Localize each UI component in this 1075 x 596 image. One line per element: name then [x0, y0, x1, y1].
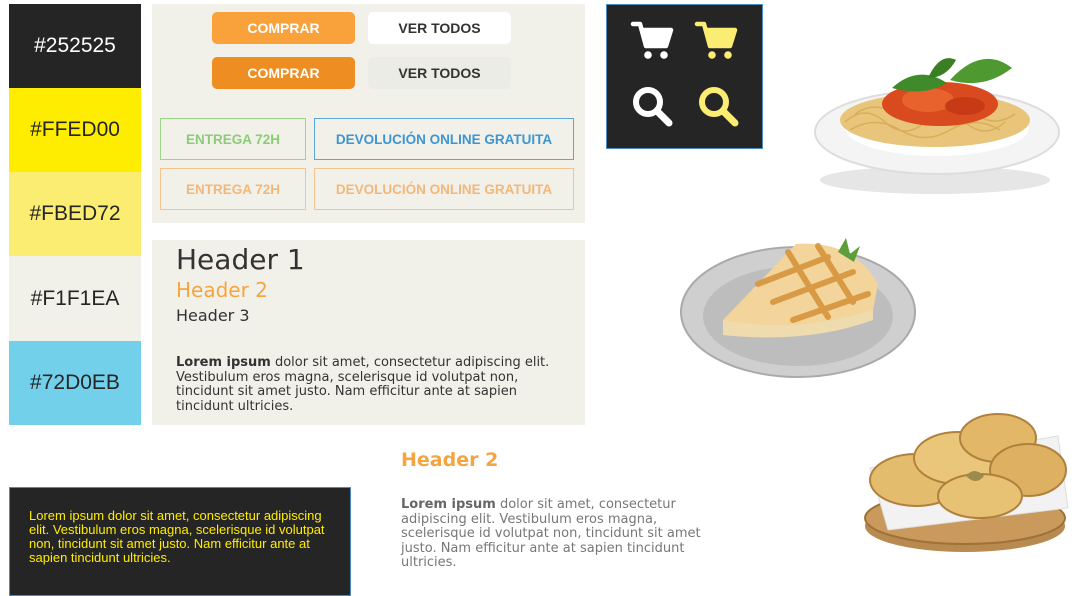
returns-tag-peach: DEVOLUCIÓN ONLINE GRATUITA [314, 168, 574, 210]
body-paragraph: Lorem ipsum dolor sit amet, consectetur … [176, 355, 561, 414]
buy-button-hover[interactable]: COMPRAR [212, 57, 355, 89]
empanadas-image [864, 413, 1069, 552]
swatch-label: #FBED72 [29, 202, 121, 225]
swatch-252525: #252525 [9, 4, 141, 88]
typography-panel: Header 1 Header 2 Header 3 Lorem ipsum d… [152, 240, 585, 425]
paragraph-bold: Lorem ipsum [176, 355, 271, 370]
header-2-bottom: Header 2 [401, 449, 499, 471]
returns-tag-blue: DEVOLUCIÓN ONLINE GRATUITA [314, 118, 574, 160]
body-paragraph-grey: Lorem ipsum dolor sit amet, consectetur … [401, 497, 711, 571]
cart-icon[interactable] [630, 18, 674, 62]
buy-button[interactable]: COMPRAR [212, 12, 355, 44]
swatch-label: #F1F1EA [30, 286, 120, 310]
delivery-tag-peach: ENTREGA 72H [160, 168, 306, 210]
search-icon[interactable] [696, 84, 740, 128]
swatch-label: #252525 [34, 34, 116, 57]
paragraph-bold: Lorem ipsum [401, 497, 496, 512]
dark-box-text: Lorem ipsum dolor sit amet, consectetur … [29, 508, 325, 565]
view-all-button[interactable]: VER TODOS [368, 12, 511, 44]
cart-icon[interactable] [694, 18, 738, 62]
buttons-panel: COMPRAR VER TODOS COMPRAR VER TODOS ENTR… [152, 4, 585, 223]
apple-pie-image [680, 238, 916, 378]
dark-text-box: Lorem ipsum dolor sit amet, consectetur … [9, 487, 351, 596]
swatch-label: #72D0EB [30, 371, 120, 394]
delivery-tag-green: ENTREGA 72H [160, 118, 306, 160]
header-3: Header 3 [176, 306, 250, 325]
view-all-button-hover[interactable]: VER TODOS [368, 57, 511, 89]
swatch-ffed00: #FFED00 [9, 88, 141, 172]
swatch-fbed72: #FBED72 [9, 172, 141, 256]
icons-panel [606, 4, 763, 149]
header-2: Header 2 [176, 278, 268, 302]
swatch-label: #FFED00 [30, 118, 120, 141]
spaghetti-image [814, 58, 1060, 194]
search-icon[interactable] [630, 84, 674, 128]
swatch-72d0eb: #72D0EB [9, 341, 141, 425]
swatch-f1f1ea: #F1F1EA [9, 256, 141, 341]
header-1: Header 1 [176, 243, 305, 276]
